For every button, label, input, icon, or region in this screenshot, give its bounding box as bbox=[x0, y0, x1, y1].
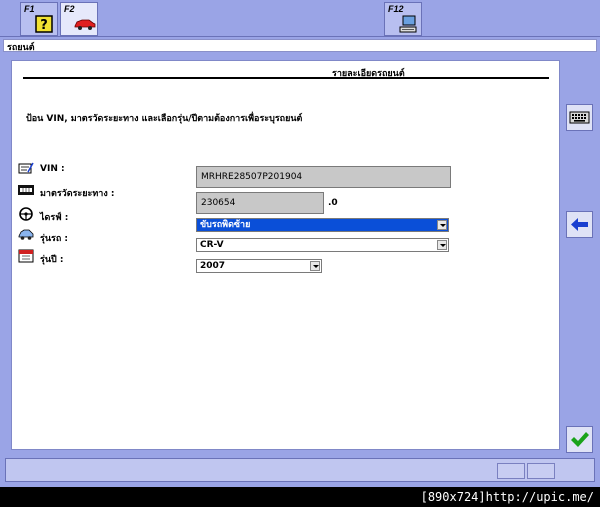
steering-wheel-icon bbox=[19, 207, 33, 221]
odometer-icon bbox=[18, 185, 34, 195]
vin-label: VIN : bbox=[40, 164, 65, 174]
checkmark-icon bbox=[571, 432, 589, 447]
vehicle-details-panel: รายละเอียดรถยนต์ ป้อน VIN, มาตรวัดระยะทา… bbox=[11, 60, 560, 450]
f2-vehicle-button[interactable]: F2 bbox=[60, 2, 98, 36]
f1-key-label: F1 bbox=[24, 4, 35, 14]
confirm-button[interactable] bbox=[566, 426, 593, 453]
chevron-down-icon[interactable] bbox=[437, 240, 447, 250]
model-select-value: CR-V bbox=[200, 240, 224, 250]
function-key-toolbar: F1 ? F2 F12 bbox=[0, 0, 600, 37]
breadcrumb: รถยนต์ bbox=[3, 39, 597, 53]
drive-select-value: ขับรถพิดซ้าย bbox=[200, 220, 251, 230]
calendar-icon bbox=[18, 249, 34, 263]
svg-text:?: ? bbox=[40, 18, 48, 33]
model-label: รุ่นรถ : bbox=[40, 234, 69, 244]
keyboard-icon bbox=[569, 111, 590, 124]
status-cell bbox=[497, 463, 525, 479]
vehicle-model-icon bbox=[18, 229, 34, 240]
odometer-field[interactable]: 230654 bbox=[196, 192, 324, 214]
instruction-text: ป้อน VIN, มาตรวัดระยะทาง และเลือกรุ่น/ปี… bbox=[26, 114, 303, 124]
drive-select[interactable]: ขับรถพิดซ้าย bbox=[196, 218, 449, 232]
title-divider bbox=[23, 77, 549, 79]
status-cell bbox=[527, 463, 555, 479]
model-select[interactable]: CR-V bbox=[196, 238, 449, 252]
help-question-icon: ? bbox=[35, 15, 53, 33]
year-select-value: 2007 bbox=[200, 261, 226, 271]
keyboard-button[interactable] bbox=[566, 104, 593, 131]
odometer-label: มาตรวัดระยะทาง : bbox=[40, 189, 115, 199]
odometer-decimal-suffix: .0 bbox=[328, 198, 338, 208]
image-footer: [890x724]http://upic.me/ bbox=[0, 487, 600, 507]
year-label: รุ่นปี : bbox=[40, 255, 64, 265]
back-button[interactable] bbox=[566, 211, 593, 238]
application-window: F1 ? F2 F12 รถยนต์ รายละเอียดรถยนต์ ป้อน… bbox=[0, 0, 600, 487]
f2-key-label: F2 bbox=[64, 4, 75, 14]
drive-label: ไดรฟ์ : bbox=[40, 213, 69, 223]
back-arrow-icon bbox=[571, 218, 588, 231]
f12-computer-button[interactable]: F12 bbox=[384, 2, 422, 36]
f12-key-label: F12 bbox=[388, 4, 404, 14]
chevron-down-icon[interactable] bbox=[310, 261, 320, 271]
f1-help-button[interactable]: F1 ? bbox=[20, 2, 58, 36]
year-select[interactable]: 2007 bbox=[196, 259, 322, 273]
vin-field: MRHRE28507P201904 bbox=[196, 166, 451, 188]
watermark-text: [890x724]http://upic.me/ bbox=[420, 490, 594, 504]
status-bar bbox=[5, 458, 595, 482]
computer-icon bbox=[399, 15, 417, 33]
car-icon bbox=[74, 19, 96, 30]
vin-card-icon bbox=[18, 162, 34, 174]
breadcrumb-text: รถยนต์ bbox=[7, 43, 35, 53]
chevron-down-icon[interactable] bbox=[437, 220, 447, 230]
